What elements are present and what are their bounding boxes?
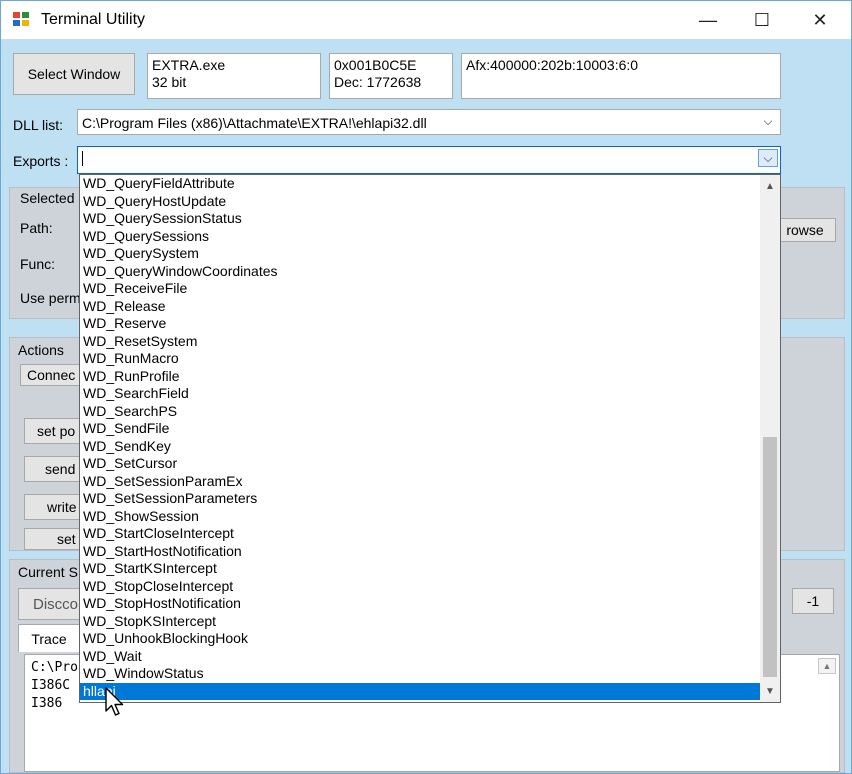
export-option[interactable]: WD_SetCursor <box>80 455 760 473</box>
process-info-box: EXTRA.exe 32 bit <box>147 53 321 99</box>
handle-info-box: 0x001B0C5E Dec: 1772638 <box>329 53 453 99</box>
dll-list-combobox[interactable]: C:\Program Files (x86)\Attachmate\EXTRA!… <box>77 109 781 135</box>
export-option[interactable]: WD_RunMacro <box>80 350 760 368</box>
export-option[interactable]: WD_QueryHostUpdate <box>80 193 760 211</box>
export-option[interactable]: WD_SendFile <box>80 420 760 438</box>
exports-combobox[interactable]: ⌵ <box>77 146 781 174</box>
export-option[interactable]: WD_StartHostNotification <box>80 543 760 561</box>
export-option[interactable]: WD_ShowSession <box>80 508 760 526</box>
export-option[interactable]: WD_StopHostNotification <box>80 595 760 613</box>
export-option[interactable]: WD_WindowStatus <box>80 665 760 683</box>
export-option[interactable]: WD_QuerySessions <box>80 228 760 246</box>
export-option[interactable]: WD_QuerySystem <box>80 245 760 263</box>
chevron-down-icon[interactable]: ▼ <box>760 682 780 700</box>
dll-list-value: C:\Program Files (x86)\Attachmate\EXTRA!… <box>82 115 427 131</box>
chevron-up-icon[interactable]: ▲ <box>760 177 780 195</box>
status-code-field: -1 <box>792 588 834 614</box>
export-option[interactable]: WD_Release <box>80 298 760 316</box>
export-option[interactable]: WD_QueryFieldAttribute <box>80 175 760 193</box>
mouse-cursor-icon <box>105 687 124 716</box>
exports-label: Exports : <box>13 153 69 169</box>
export-option[interactable]: WD_QueryWindowCoordinates <box>80 263 760 281</box>
dll-list-label: DLL list: <box>13 117 64 133</box>
title-bar: Terminal Utility — ☐ ✕ <box>1 1 851 39</box>
disconnect-status-button[interactable]: Discco <box>18 588 82 620</box>
export-option[interactable]: WD_StopKSIntercept <box>80 613 760 631</box>
terminal-utility-window: Terminal Utility — ☐ ✕ Select Window EXT… <box>0 0 852 774</box>
selected-group-title: Selected <box>18 190 77 206</box>
set-button[interactable]: set <box>24 528 82 550</box>
export-option[interactable]: hllapi <box>80 682 760 700</box>
select-window-button[interactable]: Select Window <box>13 53 135 95</box>
class-info-box: Afx:400000:202b:10003:6:0 <box>461 53 781 99</box>
export-option[interactable]: WD_Reserve <box>80 315 760 333</box>
use-perm-label: Use perm <box>20 290 81 306</box>
export-option[interactable]: WD_UnhookBlockingHook <box>80 630 760 648</box>
minimize-button[interactable]: — <box>681 1 735 39</box>
exports-options[interactable]: WD_QueryFieldAttribute WD_QueryHostUpdate… <box>80 175 760 700</box>
export-option[interactable]: WD_ReceiveFile <box>80 280 760 298</box>
export-option[interactable]: WD_SetSessionParamEx <box>80 473 760 491</box>
close-button[interactable]: ✕ <box>793 1 847 39</box>
current-status-group-title: Current S <box>16 564 80 580</box>
text-caret <box>82 151 83 166</box>
chevron-down-icon[interactable]: ⌵ <box>758 149 778 167</box>
export-option[interactable]: WD_QuerySessionStatus <box>80 210 760 228</box>
chevron-down-icon[interactable]: ⌵ <box>758 112 778 130</box>
export-option[interactable]: WD_SetSessionParameters <box>80 490 760 508</box>
connect-button[interactable]: Connec <box>20 364 82 386</box>
maximize-button[interactable]: ☐ <box>735 1 789 39</box>
chevron-up-icon[interactable]: ▲ <box>818 658 836 674</box>
actions-group-title: Actions <box>16 342 66 358</box>
export-option[interactable]: WD_StopCloseIntercept <box>80 578 760 596</box>
dropdown-scrollbar[interactable]: ▲ ▼ <box>760 175 780 702</box>
path-label: Path: <box>20 220 53 236</box>
browse-button[interactable]: rowse <box>774 218 836 242</box>
set-position-button[interactable]: set po <box>24 418 82 444</box>
export-option[interactable]: WD_ResetSystem <box>80 333 760 351</box>
exports-dropdown-list[interactable]: WD_QueryFieldAttribute WD_QueryHostUpdate… <box>79 174 781 703</box>
export-option[interactable]: WD_RunProfile <box>80 368 760 386</box>
export-option[interactable]: WD_SearchField <box>80 385 760 403</box>
send-button[interactable]: send <box>24 456 82 482</box>
func-label: Func: <box>20 256 56 272</box>
export-option[interactable]: WD_Wait <box>80 648 760 666</box>
window-title: Terminal Utility <box>41 11 146 28</box>
scrollbar-thumb[interactable] <box>763 437 777 677</box>
export-option[interactable]: WD_StartCloseIntercept <box>80 525 760 543</box>
write-button[interactable]: write <box>24 494 82 520</box>
tab-trace[interactable]: Trace <box>18 624 80 652</box>
app-icon <box>13 12 31 28</box>
export-option[interactable]: WD_SearchPS <box>80 403 760 421</box>
export-option[interactable]: WD_SendKey <box>80 438 760 456</box>
export-option[interactable]: WD_StartKSIntercept <box>80 560 760 578</box>
